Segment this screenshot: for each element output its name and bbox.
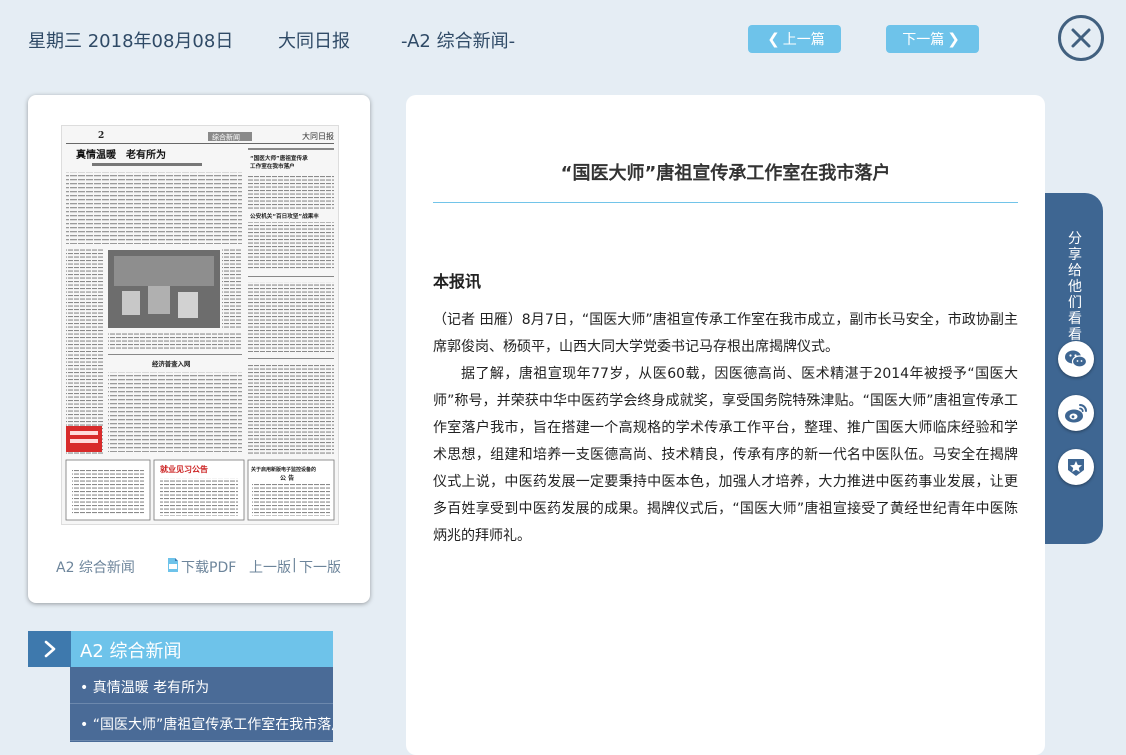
svg-text:综合新闻: 综合新闻 <box>212 133 240 142</box>
share-wechat-button[interactable] <box>1058 341 1094 377</box>
article-panel: “国医大师”唐祖宣传承工作室在我市落户 本报讯 （记者 田雁）8月7日，“国医大… <box>406 95 1045 755</box>
section-header[interactable]: A2 综合新闻 <box>28 631 333 667</box>
page-card-label: A2 综合新闻 <box>56 560 135 576</box>
article-lead: 本报讯 <box>433 272 482 291</box>
svg-text:真情温暖 老有所为: 真情温暖 老有所为 <box>76 148 166 161</box>
top-bar: 星期三 2018年08月08日 大同日报 -A2 综合新闻- ❮ 上一篇 下一篇 ❯ <box>0 0 1126 80</box>
svg-text:2: 2 <box>98 131 104 141</box>
wechat-icon <box>1065 350 1088 368</box>
weibo-icon <box>1065 404 1087 423</box>
svg-text:公 告: 公 告 <box>280 474 294 482</box>
share-favorite-button[interactable] <box>1058 449 1094 485</box>
chevron-left-icon: ❮ <box>767 30 780 48</box>
prev-page-link[interactable]: 上一版 <box>249 557 291 577</box>
star-icon <box>1068 459 1084 476</box>
issue-date: 星期三 2018年08月08日 <box>28 31 234 52</box>
svg-text:经济普查入网: 经济普查入网 <box>152 359 190 368</box>
section-toggle[interactable] <box>28 631 71 667</box>
svg-text:公安机关“百日攻坚”战果丰: 公安机关“百日攻坚”战果丰 <box>250 212 319 220</box>
download-pdf-link[interactable]: 下载PDF <box>165 557 236 576</box>
article-body: （记者 田雁）8月7日，“国医大师”唐祖宣传承工作室在我市成立，副市长马安全，市… <box>433 307 1018 550</box>
section-title: A2 综合新闻 <box>80 641 182 662</box>
article-paragraph: 据了解，唐祖宣现年77岁，从医60载，因医德高尚、医术精湛于2014年被授予“国… <box>433 366 1018 544</box>
next-article-button[interactable]: 下一篇 ❯ <box>886 25 979 53</box>
svg-text:工作室在我市落户: 工作室在我市落户 <box>250 162 295 170</box>
chevron-right-icon <box>44 640 55 658</box>
svg-text:“国医大师”唐祖宣传承: “国医大师”唐祖宣传承 <box>250 154 308 162</box>
pdf-download-icon <box>168 558 178 572</box>
page-label: -A2 综合新闻- <box>401 31 516 52</box>
next-page-link[interactable]: 下一版 <box>299 557 341 577</box>
page-preview-card: 2 综合新闻 大同日报 真情温暖 老有所为 “国医大师”唐祖宣传承 工作室在我市… <box>28 95 370 603</box>
close-button[interactable] <box>1058 15 1104 61</box>
share-panel: 分享给他们看看 <box>1045 193 1103 544</box>
title-divider <box>433 202 1018 203</box>
list-item[interactable]: • 真情温暖 老有所为 <box>70 667 333 704</box>
share-label: 分享给他们看看 <box>1068 231 1082 343</box>
svg-text:就业见习公告: 就业见习公告 <box>160 464 208 474</box>
page-card-footer: A2 综合新闻 下载PDF 上一版 | 下一版 <box>28 557 370 577</box>
svg-text:大同日报: 大同日报 <box>302 131 334 141</box>
newspaper-page-image: 2 综合新闻 大同日报 真情温暖 老有所为 “国医大师”唐祖宣传承 工作室在我市… <box>62 126 338 524</box>
prev-article-button[interactable]: ❮ 上一篇 <box>748 25 841 53</box>
page-thumbnail[interactable]: 2 综合新闻 大同日报 真情温暖 老有所为 “国医大师”唐祖宣传承 工作室在我市… <box>61 125 339 525</box>
article-paragraph: （记者 田雁）8月7日，“国医大师”唐祖宣传承工作室在我市成立，副市长马安全，市… <box>433 312 1018 355</box>
list-item[interactable]: • “国医大师”唐祖宣传承工作室在我市落户 <box>70 704 333 741</box>
chevron-right-icon: ❯ <box>947 30 960 48</box>
article-title: “国医大师”唐祖宣传承工作室在我市落户 <box>560 163 891 184</box>
svg-text:关于启用新版电子监控设备的: 关于启用新版电子监控设备的 <box>251 466 316 473</box>
share-weibo-button[interactable] <box>1058 395 1094 431</box>
section-article-list: • 真情温暖 老有所为 • “国医大师”唐祖宣传承工作室在我市落户 <box>70 667 333 742</box>
close-icon <box>1071 28 1091 48</box>
page-link-divider: | <box>292 557 297 573</box>
paper-name: 大同日报 <box>278 31 350 52</box>
